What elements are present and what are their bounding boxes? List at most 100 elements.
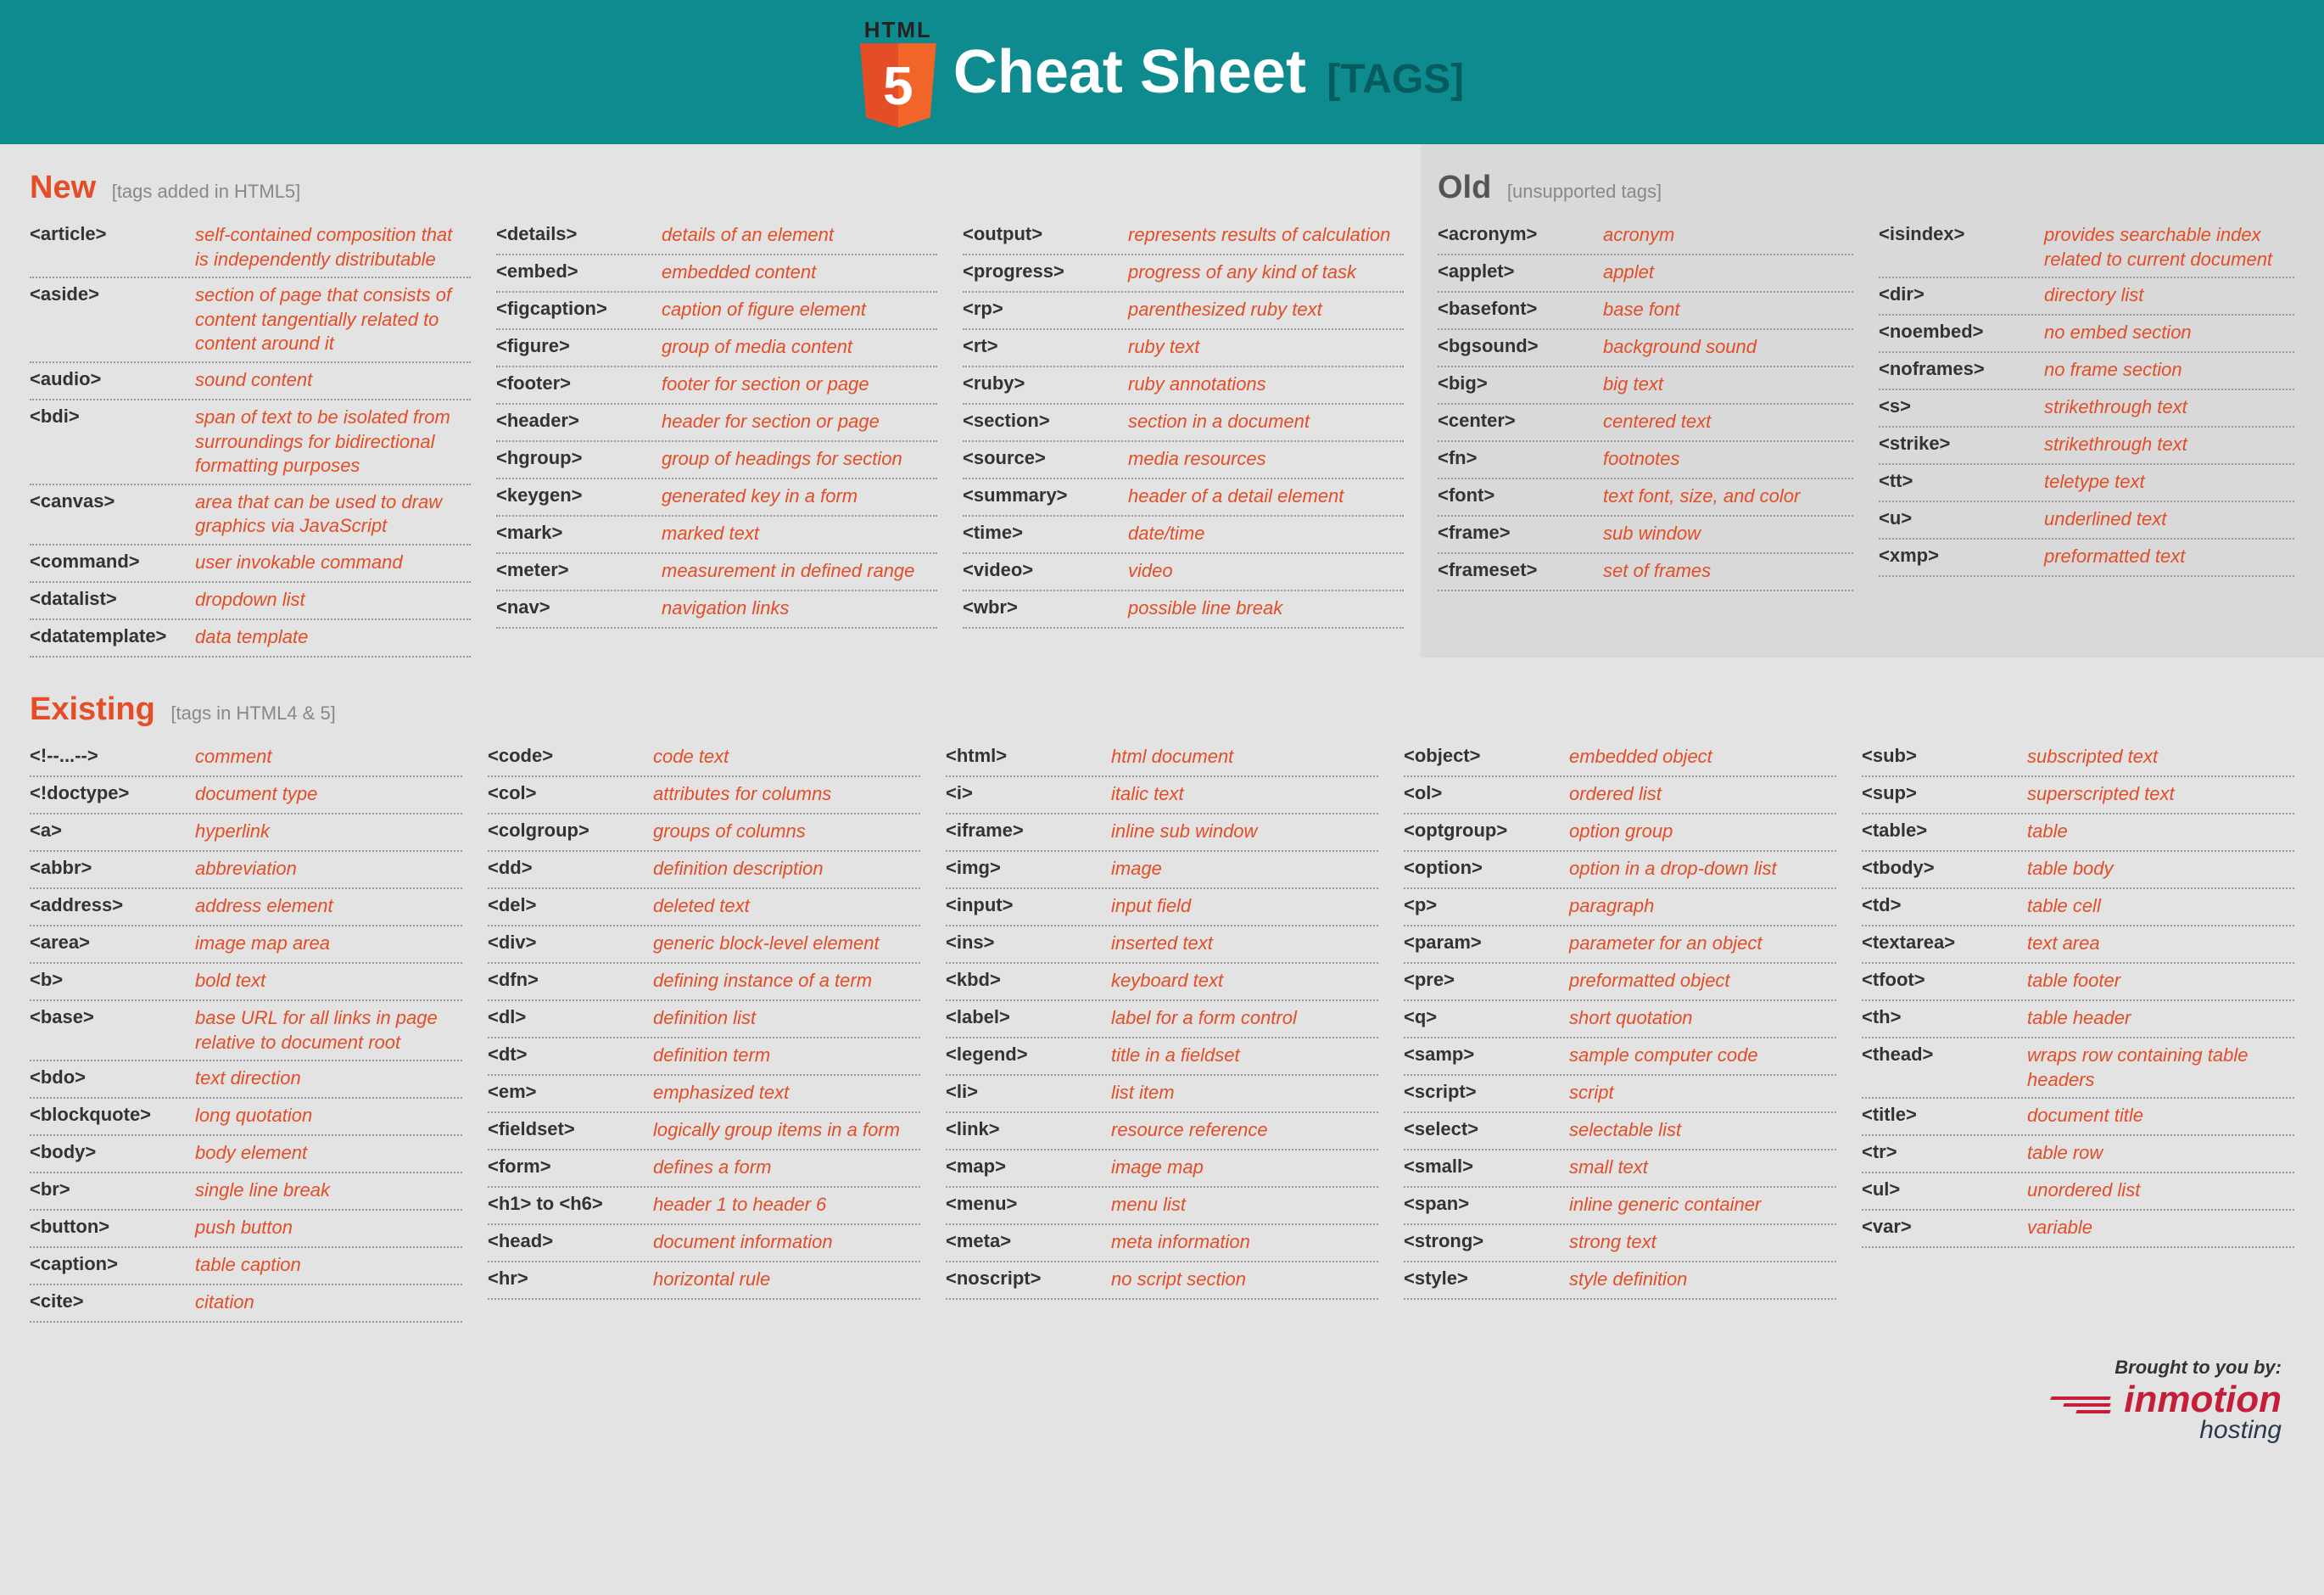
tag-name: <figure>: [496, 335, 662, 357]
tag-description: footer for section or page: [662, 372, 937, 397]
tag-description: ruby text: [1128, 335, 1404, 360]
tag-name: <ol>: [1404, 782, 1569, 804]
tag-name: <xmp>: [1879, 545, 2044, 567]
tag-description: centered text: [1603, 410, 1853, 434]
tag-name: <span>: [1404, 1193, 1569, 1215]
stripes-icon: [2051, 1396, 2110, 1417]
tag-entry: <tbody>table body: [1862, 852, 2294, 889]
tag-name: <dfn>: [488, 969, 653, 991]
tag-description: base URL for all links in page relative …: [195, 1006, 462, 1055]
tag-description: title in a fieldset: [1111, 1044, 1378, 1068]
tag-description: inline generic container: [1569, 1193, 1836, 1217]
tag-entry: <xmp>preformatted text: [1879, 540, 2294, 577]
tag-entry: <div>generic block-level element: [488, 926, 920, 964]
column: <sub>subscripted text<sup>superscripted …: [1862, 740, 2294, 1323]
tag-name: <head>: [488, 1230, 653, 1252]
tag-description: list item: [1111, 1081, 1378, 1105]
tag-name: <col>: [488, 782, 653, 804]
tag-name: <bdo>: [30, 1066, 195, 1089]
tag-name: <wbr>: [963, 596, 1128, 618]
tag-description: document title: [2027, 1104, 2294, 1128]
tag-description: directory list: [2044, 283, 2294, 308]
tag-name: <kbd>: [946, 969, 1111, 991]
tag-name: <applet>: [1438, 260, 1603, 283]
tag-name: <em>: [488, 1081, 653, 1103]
tag-entry: <video>video: [963, 554, 1404, 591]
tag-description: self-contained composition that is indep…: [195, 223, 471, 271]
header: HTML 5 Cheat Sheet [TAGS]: [0, 0, 2324, 144]
tag-description: table body: [2027, 857, 2294, 881]
tag-description: text font, size, and color: [1603, 484, 1853, 509]
tag-entry: <dl>definition list: [488, 1001, 920, 1038]
tag-description: definition term: [653, 1044, 920, 1068]
column: <object>embedded object<ol>ordered list<…: [1404, 740, 1836, 1323]
tag-name: <details>: [496, 223, 662, 245]
tag-description: footnotes: [1603, 447, 1853, 472]
column: <code>code text<col>attributes for colum…: [488, 740, 920, 1323]
tag-name: <ins>: [946, 932, 1111, 954]
tag-name: <fn>: [1438, 447, 1603, 469]
tag-name: <rt>: [963, 335, 1128, 357]
tag-name: <summary>: [963, 484, 1128, 506]
tag-entry: <ul>unordered list: [1862, 1173, 2294, 1211]
tag-description: selectable list: [1569, 1118, 1836, 1143]
tag-name: <li>: [946, 1081, 1111, 1103]
tag-description: preformatted text: [2044, 545, 2294, 569]
tag-entry: <li>list item: [946, 1076, 1378, 1113]
tag-name: <pre>: [1404, 969, 1569, 991]
tag-name: <bgsound>: [1438, 335, 1603, 357]
tag-entry: <!--...-->comment: [30, 740, 462, 777]
tag-entry: <dt>definition term: [488, 1038, 920, 1076]
tag-description: table caption: [195, 1253, 462, 1278]
tag-name: <aside>: [30, 283, 195, 305]
tag-name: <base>: [30, 1006, 195, 1028]
tag-name: <noscript>: [946, 1268, 1111, 1290]
tag-name: <article>: [30, 223, 195, 245]
tag-name: <embed>: [496, 260, 662, 283]
tag-name: <frame>: [1438, 522, 1603, 544]
tag-name: <source>: [963, 447, 1128, 469]
tag-name: <code>: [488, 745, 653, 767]
tag-name: <dt>: [488, 1044, 653, 1066]
tag-description: header of a detail element: [1128, 484, 1404, 509]
tag-description: hyperlink: [195, 820, 462, 844]
tag-name: <audio>: [30, 368, 195, 390]
tag-entry: <html>html document: [946, 740, 1378, 777]
tag-description: dropdown list: [195, 588, 471, 613]
tag-name: <video>: [963, 559, 1128, 581]
tag-entry: <caption>table caption: [30, 1248, 462, 1285]
tag-name: <blockquote>: [30, 1104, 195, 1126]
tag-description: progress of any kind of task: [1128, 260, 1404, 285]
tag-entry: <isindex>provides searchable index relat…: [1879, 218, 2294, 278]
tag-name: <cite>: [30, 1290, 195, 1312]
tag-description: applet: [1603, 260, 1853, 285]
section-existing: Existing [tags in HTML4 & 5] <!--...-->c…: [30, 691, 2294, 1323]
tag-name: <body>: [30, 1141, 195, 1163]
tag-description: abbreviation: [195, 857, 462, 881]
tag-entry: <tt>teletype text: [1879, 465, 2294, 502]
tag-description: defining instance of a term: [653, 969, 920, 993]
tag-entry: <th>table header: [1862, 1001, 2294, 1038]
tag-entry: <abbr>abbreviation: [30, 852, 462, 889]
tag-entry: <dd>definition description: [488, 852, 920, 889]
tag-name: <frameset>: [1438, 559, 1603, 581]
tag-entry: <input>input field: [946, 889, 1378, 926]
tag-entry: <select>selectable list: [1404, 1113, 1836, 1150]
tag-description: parenthesized ruby text: [1128, 298, 1404, 322]
tag-entry: <tfoot>table footer: [1862, 964, 2294, 1001]
tag-entry: <h1> to <h6>header 1 to header 6: [488, 1188, 920, 1225]
tag-description: option group: [1569, 820, 1836, 844]
tag-description: address element: [195, 894, 462, 919]
column: <details>details of an element<embed>emb…: [496, 218, 937, 658]
tag-name: <a>: [30, 820, 195, 842]
tag-description: teletype text: [2044, 470, 2294, 495]
tag-name: <optgroup>: [1404, 820, 1569, 842]
tag-description: long quotation: [195, 1104, 462, 1128]
column: <output>represents results of calculatio…: [963, 218, 1404, 658]
tag-name: <hr>: [488, 1268, 653, 1290]
tag-description: italic text: [1111, 782, 1378, 807]
tag-description: subscripted text: [2027, 745, 2294, 770]
tag-name: <bdi>: [30, 406, 195, 428]
tag-entry: <fieldset>logically group items in a for…: [488, 1113, 920, 1150]
tag-entry: <head>document information: [488, 1225, 920, 1262]
